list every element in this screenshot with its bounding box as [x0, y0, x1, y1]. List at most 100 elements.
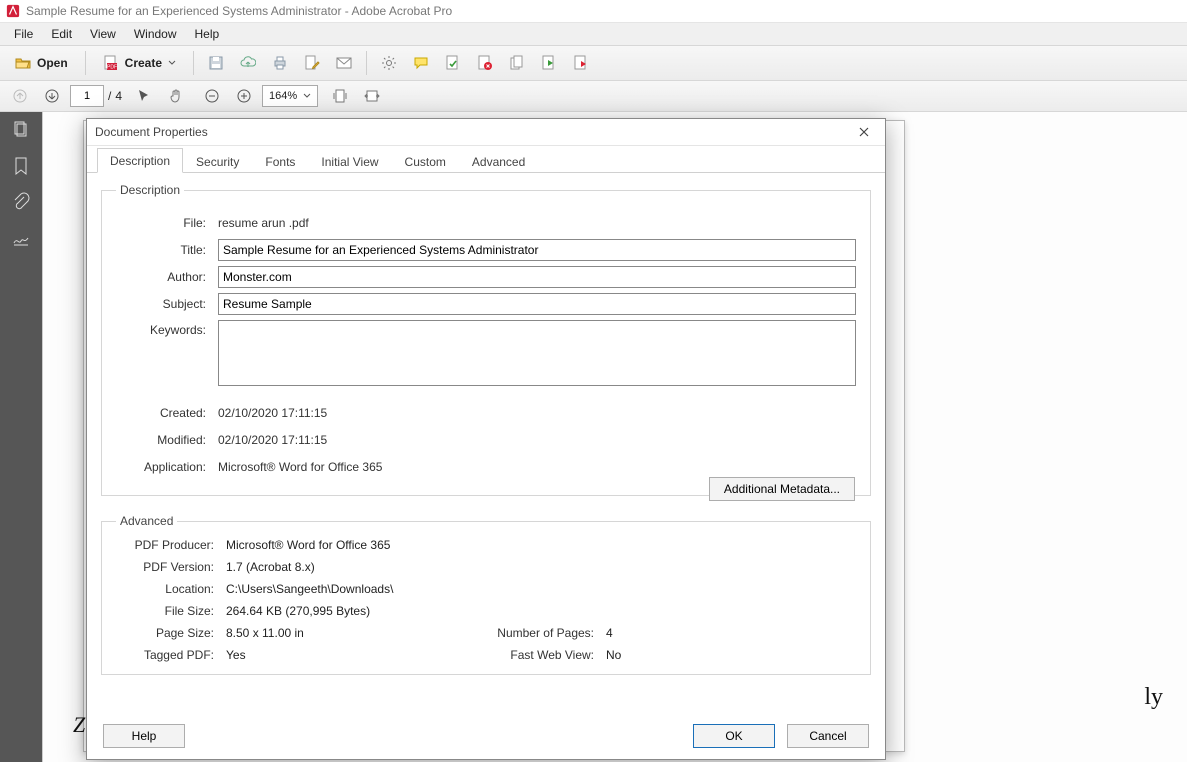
help-button[interactable]: Help: [103, 724, 185, 748]
numpages-value: 4: [606, 626, 856, 640]
description-legend: Description: [116, 183, 184, 197]
remove-page-button[interactable]: [471, 50, 499, 76]
application-label: Application:: [116, 460, 218, 474]
page-x-icon: [477, 55, 493, 71]
hand-tool-button[interactable]: [162, 83, 190, 109]
bookmarks-panel-icon[interactable]: [11, 156, 31, 176]
title-label: Title:: [116, 243, 218, 257]
created-value: 02/10/2020 17:11:15: [218, 406, 856, 420]
edit-document-button[interactable]: [298, 50, 326, 76]
attachments-panel-icon[interactable]: [11, 192, 31, 212]
dialog-body: Description File:resume arun .pdf Title:…: [87, 173, 885, 713]
speech-bubble-icon: [413, 55, 429, 71]
numpages-label: Number of Pages:: [476, 626, 606, 640]
tab-custom[interactable]: Custom: [392, 149, 459, 173]
modified-value: 02/10/2020 17:11:15: [218, 433, 856, 447]
tab-initial-view[interactable]: Initial View: [308, 149, 391, 173]
page-down-button[interactable]: [38, 83, 66, 109]
window-titlebar: Sample Resume for an Experienced Systems…: [0, 0, 1187, 23]
email-button[interactable]: [330, 50, 358, 76]
tab-security[interactable]: Security: [183, 149, 252, 173]
producer-label: PDF Producer:: [116, 538, 226, 552]
producer-value: Microsoft® Word for Office 365: [226, 538, 856, 552]
fit-page-button[interactable]: [326, 83, 354, 109]
pagesize-value: 8.50 x 11.00 in: [226, 626, 476, 640]
file-label: File:: [116, 216, 218, 230]
version-label: PDF Version:: [116, 560, 226, 574]
menu-file[interactable]: File: [6, 25, 41, 43]
stamp-button[interactable]: [439, 50, 467, 76]
create-button[interactable]: PDF Create: [94, 50, 185, 76]
thumbnails-panel-icon[interactable]: [11, 120, 31, 140]
pagesize-label: Page Size:: [116, 626, 226, 640]
fit-width-button[interactable]: [358, 83, 386, 109]
envelope-icon: [336, 55, 352, 71]
attach-send-button[interactable]: [567, 50, 595, 76]
pages-icon: [509, 55, 525, 71]
zoom-in-button[interactable]: [230, 83, 258, 109]
window-title: Sample Resume for an Experienced Systems…: [26, 4, 452, 18]
description-group: Description File:resume arun .pdf Title:…: [101, 183, 871, 496]
toolbar-separator: [193, 51, 194, 75]
author-input[interactable]: [218, 266, 856, 288]
keywords-label: Keywords:: [116, 320, 218, 337]
location-label: Location:: [116, 582, 226, 596]
created-label: Created:: [116, 406, 218, 420]
close-icon: [859, 127, 869, 137]
comment-button[interactable]: [407, 50, 435, 76]
select-tool-button[interactable]: [130, 83, 158, 109]
open-label: Open: [37, 56, 68, 70]
advanced-group: Advanced PDF Producer: Microsoft® Word f…: [101, 514, 871, 675]
page-up-button[interactable]: [6, 83, 34, 109]
ok-button[interactable]: OK: [693, 724, 775, 748]
fit-width-icon: [364, 88, 380, 104]
open-button[interactable]: Open: [6, 50, 77, 76]
subject-input[interactable]: [218, 293, 856, 315]
export-button[interactable]: [535, 50, 563, 76]
print-button[interactable]: [266, 50, 294, 76]
minus-circle-icon: [204, 88, 220, 104]
dialog-title: Document Properties: [95, 125, 208, 139]
subject-label: Subject:: [116, 297, 218, 311]
cloud-button[interactable]: [234, 50, 262, 76]
page-total-separator: /: [108, 89, 111, 103]
save-button[interactable]: [202, 50, 230, 76]
file-value: resume arun .pdf: [218, 216, 856, 230]
gear-icon: [381, 55, 397, 71]
hand-icon: [168, 88, 184, 104]
printer-icon: [272, 55, 288, 71]
background-text-fragment: Z: [73, 712, 85, 738]
menu-view[interactable]: View: [82, 25, 124, 43]
signatures-panel-icon[interactable]: [11, 228, 31, 248]
toolbar-separator: [366, 51, 367, 75]
dialog-footer: Help OK Cancel: [87, 713, 885, 759]
dialog-tabs: Description Security Fonts Initial View …: [87, 146, 885, 173]
zoom-value: 164%: [269, 90, 297, 102]
cursor-icon: [136, 88, 152, 104]
menu-window[interactable]: Window: [126, 25, 185, 43]
zoom-out-button[interactable]: [198, 83, 226, 109]
cloud-upload-icon: [240, 55, 256, 71]
chevron-down-icon: [168, 59, 176, 67]
dialog-titlebar: Document Properties: [87, 119, 885, 146]
tab-fonts[interactable]: Fonts: [252, 149, 308, 173]
main-toolbar: Open PDF Create: [0, 46, 1187, 81]
additional-metadata-button[interactable]: Additional Metadata...: [709, 477, 855, 501]
menu-edit[interactable]: Edit: [43, 25, 80, 43]
dialog-close-button[interactable]: [851, 122, 877, 142]
application-value: Microsoft® Word for Office 365: [218, 460, 856, 474]
menu-help[interactable]: Help: [187, 25, 228, 43]
keywords-input[interactable]: [218, 320, 856, 386]
page-check-icon: [445, 55, 461, 71]
tab-description[interactable]: Description: [97, 148, 183, 173]
title-input[interactable]: [218, 239, 856, 261]
duplicate-page-button[interactable]: [503, 50, 531, 76]
floppy-disk-icon: [208, 55, 224, 71]
zoom-combo[interactable]: 164%: [262, 85, 318, 107]
settings-button[interactable]: [375, 50, 403, 76]
toolbar-separator: [85, 51, 86, 75]
page-number-input[interactable]: [70, 85, 104, 107]
cancel-button[interactable]: Cancel: [787, 724, 869, 748]
arrow-up-icon: [12, 88, 28, 104]
tab-advanced[interactable]: Advanced: [459, 149, 538, 173]
